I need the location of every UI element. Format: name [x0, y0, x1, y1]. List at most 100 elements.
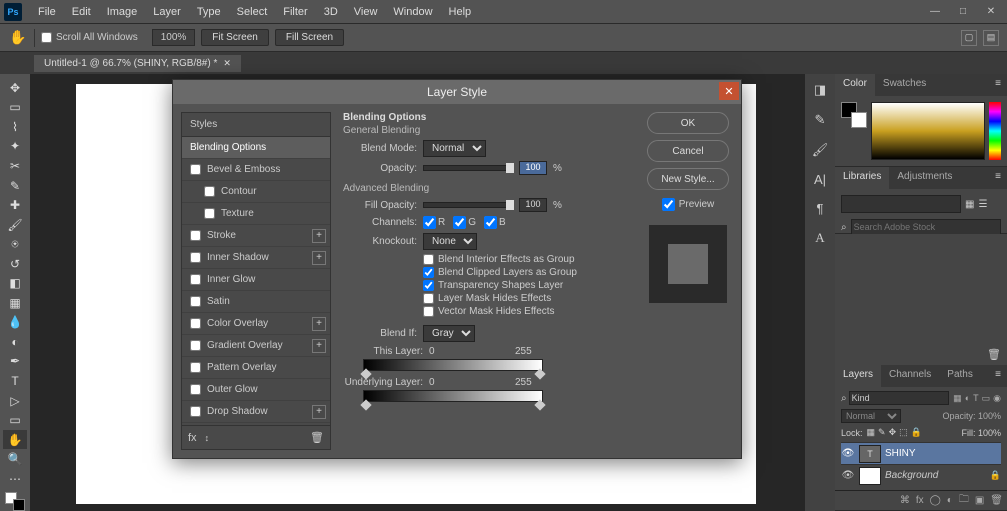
cancel-button[interactable]: Cancel	[647, 140, 729, 162]
lasso-tool[interactable]: ⌇	[3, 117, 27, 137]
visibility-icon[interactable]: 👁	[841, 470, 855, 481]
adjust-icon[interactable]: ◐	[947, 495, 953, 506]
list-view-icon[interactable]: ☰	[978, 199, 987, 210]
plus-icon[interactable]: +	[312, 251, 326, 265]
tab-channels[interactable]: Channels	[881, 365, 939, 387]
pen-tool[interactable]: ✒	[3, 352, 27, 372]
group-icon[interactable]: 🗀	[959, 492, 969, 509]
blend-mode-select[interactable]: Normal	[423, 140, 486, 157]
tab-close-icon[interactable]: ✕	[223, 58, 231, 69]
menu-image[interactable]: Image	[99, 6, 146, 18]
blend-clipped-checkbox[interactable]: Blend Clipped Layers as Group	[343, 267, 631, 278]
this-layer-slider[interactable]	[363, 359, 543, 371]
glyphs-panel-icon[interactable]: A	[815, 230, 824, 246]
menu-view[interactable]: View	[346, 6, 386, 18]
up-down-icon[interactable]: ↕	[205, 433, 210, 443]
tab-adjustments[interactable]: Adjustments	[889, 167, 960, 189]
tab-color[interactable]: Color	[835, 74, 875, 96]
underlying-slider[interactable]	[363, 390, 543, 402]
menu-select[interactable]: Select	[229, 6, 276, 18]
style-outer-glow[interactable]: Outer Glow	[182, 379, 330, 401]
channel-b[interactable]: B	[484, 216, 506, 229]
fx-icon[interactable]: fx	[188, 432, 197, 444]
menu-window[interactable]: Window	[385, 6, 440, 18]
menu-type[interactable]: Type	[189, 6, 229, 18]
style-satin[interactable]: Satin	[182, 291, 330, 313]
blend-if-select[interactable]: Gray	[423, 325, 475, 342]
panel-menu-icon[interactable]: ≡	[989, 365, 1007, 387]
eraser-tool[interactable]: ◧	[3, 273, 27, 293]
style-gradient-overlay[interactable]: Gradient Overlay+	[182, 335, 330, 357]
mask-icon[interactable]: ◯	[930, 495, 941, 506]
fill-slider[interactable]	[423, 202, 513, 208]
knockout-select[interactable]: None	[423, 233, 477, 250]
grid-view-icon[interactable]: ▦	[965, 199, 974, 210]
brush-panel-icon[interactable]: ✎	[815, 112, 826, 128]
hand-tool[interactable]: ✋	[3, 430, 27, 450]
channel-r[interactable]: R	[423, 216, 445, 229]
brush-tool[interactable]: 🖌	[3, 215, 27, 235]
layer-mask-hides-checkbox[interactable]: Layer Mask Hides Effects	[343, 293, 631, 304]
stamp-tool[interactable]: ⍟	[3, 234, 27, 254]
color-swatch[interactable]	[5, 492, 25, 511]
layer-blend-select[interactable]: Normal	[841, 409, 901, 423]
history-icon[interactable]: ◨	[814, 82, 826, 98]
style-drop-shadow[interactable]: Drop Shadow+	[182, 401, 330, 423]
style-bevel[interactable]: Bevel & Emboss	[182, 159, 330, 181]
tab-swatches[interactable]: Swatches	[875, 74, 934, 96]
style-color-overlay[interactable]: Color Overlay+	[182, 313, 330, 335]
type-tool[interactable]: T	[3, 371, 27, 391]
vector-mask-hides-checkbox[interactable]: Vector Mask Hides Effects	[343, 306, 631, 317]
layer-background[interactable]: 👁 Background 🔒	[841, 464, 1001, 486]
visibility-icon[interactable]: 👁	[841, 448, 855, 459]
eyedropper-tool[interactable]: ✎	[3, 176, 27, 196]
tab-libraries[interactable]: Libraries	[835, 167, 889, 189]
menu-layer[interactable]: Layer	[145, 6, 189, 18]
gradient-tool[interactable]: ▦	[3, 293, 27, 313]
style-blending-options[interactable]: Blending Options	[182, 137, 330, 159]
heal-tool[interactable]: ✚	[3, 195, 27, 215]
move-tool[interactable]: ✥	[3, 78, 27, 98]
zoom-value[interactable]: 100%	[152, 29, 196, 46]
workspace-icon[interactable]: ▤	[983, 30, 999, 46]
maximize-icon[interactable]: □	[951, 3, 975, 21]
filter-icons[interactable]: ▦◐T▭◉	[953, 393, 1001, 404]
tab-layers[interactable]: Layers	[835, 365, 881, 387]
document-tab[interactable]: Untitled-1 @ 66.7% (SHINY, RGB/8#) * ✕	[34, 55, 241, 72]
path-tool[interactable]: ▷	[3, 391, 27, 411]
style-inner-shadow[interactable]: Inner Shadow+	[182, 247, 330, 269]
layer-opacity-value[interactable]: 100%	[978, 411, 1001, 421]
dialog-close-button[interactable]: ✕	[719, 82, 739, 100]
trash-icon[interactable]: 🗑	[987, 348, 1001, 361]
layer-fill-value[interactable]: 100%	[978, 428, 1001, 438]
stock-search-input[interactable]	[851, 219, 1001, 235]
color-field[interactable]	[871, 102, 985, 160]
plus-icon[interactable]: +	[312, 229, 326, 243]
lock-icons[interactable]: ▦✎✥⬚🔒	[867, 427, 922, 438]
menu-filter[interactable]: Filter	[275, 6, 315, 18]
dialog-titlebar[interactable]: Layer Style ✕	[173, 80, 741, 104]
close-icon[interactable]: ✕	[979, 3, 1003, 21]
char-panel-icon[interactable]: A|	[814, 172, 826, 187]
plus-icon[interactable]: +	[312, 339, 326, 353]
menu-help[interactable]: Help	[441, 6, 480, 18]
plus-icon[interactable]: +	[312, 405, 326, 419]
ok-button[interactable]: OK	[647, 112, 729, 134]
fill-screen-button[interactable]: Fill Screen	[275, 29, 344, 46]
brush-settings-icon[interactable]: 🖌	[812, 142, 829, 158]
blur-tool[interactable]: 💧	[3, 313, 27, 333]
scroll-all-checkbox[interactable]: Scroll All Windows	[41, 32, 138, 43]
layer-filter-input[interactable]	[849, 391, 950, 405]
opacity-value[interactable]: 100	[519, 161, 547, 175]
dodge-tool[interactable]: ◐	[3, 332, 27, 352]
crop-tool[interactable]: ✂	[3, 156, 27, 176]
panel-menu-icon[interactable]: ≡	[989, 74, 1007, 96]
library-select[interactable]	[841, 195, 961, 213]
trash-icon[interactable]: 🗑	[990, 495, 1003, 506]
opacity-slider[interactable]	[423, 165, 513, 171]
marquee-tool[interactable]: ▭	[3, 98, 27, 118]
style-contour[interactable]: Contour	[182, 181, 330, 203]
menu-file[interactable]: File	[30, 6, 64, 18]
para-panel-icon[interactable]: ¶	[817, 201, 824, 216]
plus-icon[interactable]: +	[312, 317, 326, 331]
